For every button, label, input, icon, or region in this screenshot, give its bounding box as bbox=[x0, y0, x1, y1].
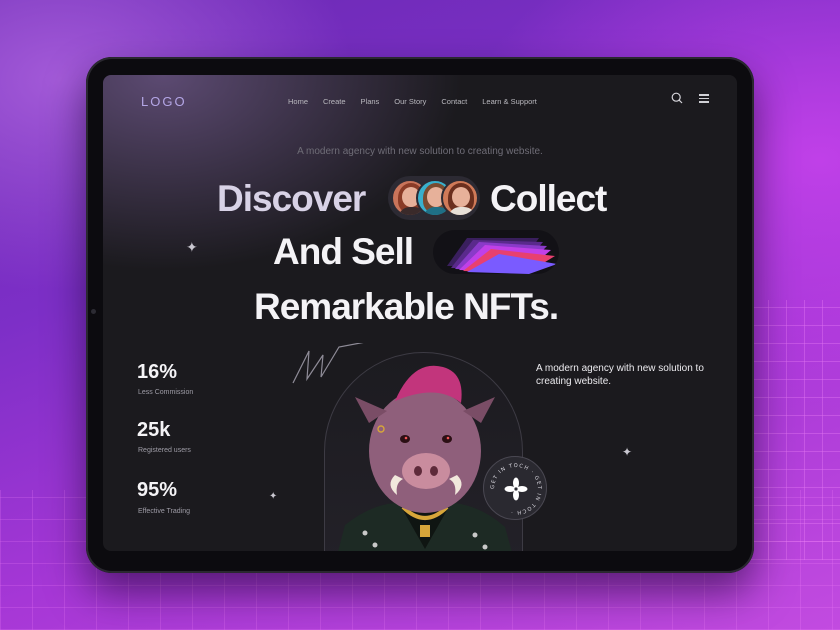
search-icon[interactable] bbox=[671, 92, 683, 104]
tablet-camera bbox=[91, 309, 96, 314]
avatar-group bbox=[388, 176, 480, 220]
nft-cards-pill bbox=[433, 230, 559, 274]
nft-character-arch bbox=[324, 352, 523, 551]
stat-label: Registered users bbox=[138, 447, 191, 454]
stat-value: 16% bbox=[137, 361, 178, 383]
stat-value: 25k bbox=[137, 419, 171, 441]
nav-create[interactable]: Create bbox=[323, 97, 346, 106]
get-in-touch-badge[interactable]: GET IN TOCH · GET IN TOCH · bbox=[483, 456, 547, 520]
hero-heading-and-sell: And Sell bbox=[273, 231, 414, 272]
hero-heading-collect: Collect bbox=[490, 178, 607, 219]
main-nav: Home Create Plans Our Story Contact Lear… bbox=[288, 97, 552, 106]
nav-plans[interactable]: Plans bbox=[361, 97, 380, 106]
sparkle-icon: ✦ bbox=[622, 445, 633, 459]
stat-label: Effective Trading bbox=[138, 508, 191, 515]
flower-icon bbox=[504, 477, 528, 501]
menu-icon[interactable] bbox=[699, 94, 709, 103]
sparkle-icon: ✦ bbox=[269, 491, 278, 502]
nav-contact[interactable]: Contact bbox=[441, 97, 467, 106]
tablet-frame: LOGO Home Create Plans Our Story Contact… bbox=[86, 57, 754, 573]
website-screen: LOGO Home Create Plans Our Story Contact… bbox=[103, 75, 737, 551]
avatar bbox=[441, 179, 479, 217]
nav-home[interactable]: Home bbox=[288, 97, 308, 106]
hero-heading-remarkable-nfts: Remarkable NFTs. bbox=[254, 286, 559, 327]
boar-character-image bbox=[338, 365, 512, 551]
background-grid-right bbox=[750, 300, 840, 560]
stat-label: Less Commission bbox=[138, 389, 194, 396]
hero-tagline: A modern agency with new solution to cre… bbox=[297, 146, 543, 157]
nav-learn-support[interactable]: Learn & Support bbox=[482, 97, 537, 106]
logo[interactable]: LOGO bbox=[141, 94, 187, 109]
sparkle-icon: ✦ bbox=[186, 239, 198, 255]
stat-value: 95% bbox=[137, 479, 178, 501]
intro-text: A modern agency with new solution to cre… bbox=[536, 363, 704, 387]
nav-our-story[interactable]: Our Story bbox=[394, 97, 426, 106]
hero-heading-discover: Discover bbox=[217, 178, 366, 219]
